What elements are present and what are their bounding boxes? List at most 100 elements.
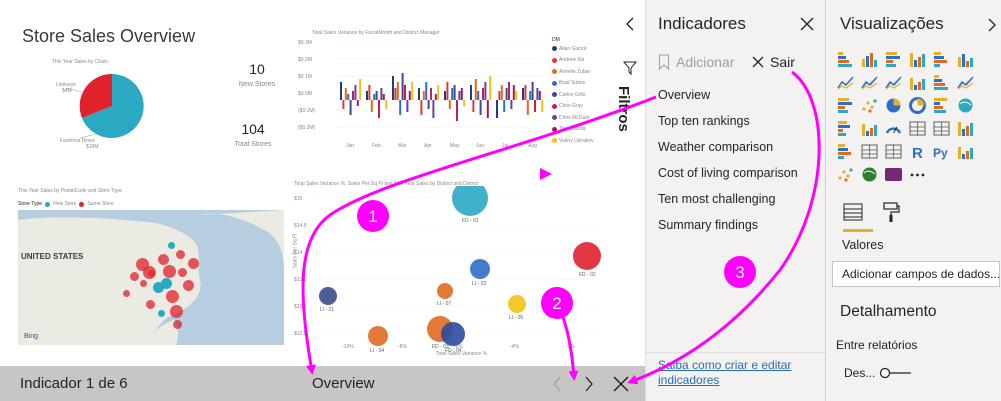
legend-item[interactable]: Brad Sutton xyxy=(552,78,612,90)
legend-dot-icon xyxy=(552,57,557,63)
previous-bookmark-button[interactable] xyxy=(546,372,568,396)
map-store-dot[interactable] xyxy=(170,305,183,318)
waterfall-icon[interactable] xyxy=(836,96,855,115)
store-map[interactable]: UNITED STATES Bing xyxy=(18,210,284,345)
legend-item[interactable]: Chris Gray xyxy=(552,101,612,113)
key-influencers-icon[interactable] xyxy=(956,142,975,161)
kpi-icon[interactable] xyxy=(956,119,975,138)
table-icon[interactable] xyxy=(860,142,879,161)
slicer-icon[interactable] xyxy=(836,142,855,161)
map-store-dot[interactable] xyxy=(123,290,130,297)
map-store-dot[interactable] xyxy=(158,310,165,317)
bookmark-item[interactable]: Cost of living comparison xyxy=(646,160,826,186)
treemap-icon[interactable] xyxy=(932,96,951,115)
scatter-bubble xyxy=(437,283,453,299)
chevron-left-icon[interactable] xyxy=(625,16,635,32)
matrix-icon[interactable] xyxy=(884,142,903,161)
bar-mark xyxy=(458,91,461,100)
scatter-chart[interactable]: $15$14.5$14$13.5$13$12.5-10% -8% -6% -4% -2%… xyxy=(290,186,608,358)
pie-icon[interactable] xyxy=(884,96,903,115)
area-icon[interactable] xyxy=(860,73,879,92)
bar-mark xyxy=(456,100,458,121)
bookmark-item[interactable]: Summary findings xyxy=(646,212,826,238)
bar-mark xyxy=(484,82,487,100)
close-icon[interactable] xyxy=(798,15,816,33)
kpi-total-stores-label: Total Stores xyxy=(234,141,272,148)
legend-item[interactable]: Carlos Grilo xyxy=(552,89,612,101)
map-store-dot[interactable] xyxy=(161,278,172,289)
line-icon[interactable] xyxy=(836,73,855,92)
map-store-dot[interactable] xyxy=(163,265,176,278)
stacked-area-icon[interactable] xyxy=(884,73,903,92)
gauge-icon[interactable] xyxy=(884,119,903,138)
map-store-dot[interactable] xyxy=(158,254,169,265)
r-visual-icon[interactable]: R xyxy=(908,142,927,161)
fields-tab-icon[interactable] xyxy=(842,201,864,223)
100-bar-icon[interactable] xyxy=(932,50,951,69)
filled-map-icon[interactable] xyxy=(836,119,855,138)
power-apps-icon[interactable] xyxy=(884,165,903,184)
card-icon[interactable] xyxy=(908,119,927,138)
legend-item[interactable]: Annelie Zubar xyxy=(552,66,612,78)
qa-icon[interactable] xyxy=(836,165,855,184)
map-store-dot[interactable] xyxy=(130,272,139,281)
map-store-dot[interactable] xyxy=(188,258,199,269)
map-store-dot[interactable] xyxy=(176,250,185,259)
map-icon[interactable] xyxy=(956,96,975,115)
scatter-icon[interactable] xyxy=(860,96,879,115)
bar-mark xyxy=(354,85,357,100)
bar-mark xyxy=(437,85,440,100)
map-store-dot[interactable] xyxy=(173,320,182,329)
100-column-icon[interactable] xyxy=(956,50,975,69)
funnel-icon[interactable] xyxy=(860,119,879,138)
legend-item[interactable]: Andrew Ma xyxy=(552,55,612,67)
map-store-dot[interactable] xyxy=(143,266,156,279)
bar-mark xyxy=(463,100,466,106)
bookmark-item[interactable]: Weather comparison xyxy=(646,134,826,160)
paint-roller-icon[interactable] xyxy=(882,201,900,223)
chevron-right-icon[interactable] xyxy=(986,18,998,32)
legend-item[interactable]: Chris McGurk xyxy=(552,112,612,124)
exit-button[interactable]: Sair xyxy=(752,54,795,70)
bar-mark xyxy=(366,91,368,100)
python-visual-icon[interactable]: Py xyxy=(932,142,951,161)
stacked-bar-icon[interactable] xyxy=(836,50,855,69)
bar-mark xyxy=(524,85,527,100)
map-store-dot[interactable] xyxy=(168,242,175,249)
map-store-dot[interactable] xyxy=(166,290,179,303)
pie-chart[interactable] xyxy=(40,62,160,152)
variance-bar-chart[interactable]: $0.3M $0.2M $0.1M $0.0M ($0.1M) ($0.2M) Jan Feb… xyxy=(296,36,554,152)
bar-mark xyxy=(500,85,503,100)
scatter-y-tick: $14.5 xyxy=(294,223,307,229)
close-bookmark-bar-button[interactable] xyxy=(610,372,632,396)
map-store-dot[interactable] xyxy=(146,300,155,309)
arcgis-icon[interactable] xyxy=(860,165,879,184)
donut-icon[interactable] xyxy=(908,96,927,115)
legend-item[interactable]: Allan Guinot xyxy=(552,43,612,55)
legend-item[interactable]: Valery Ushakov xyxy=(552,135,612,147)
map-store-dot[interactable] xyxy=(178,268,187,277)
line-clustered-icon[interactable] xyxy=(932,73,951,92)
more-icon[interactable] xyxy=(908,165,927,184)
bookmark-item[interactable]: Overview xyxy=(646,82,826,108)
stacked-column-icon[interactable] xyxy=(860,50,879,69)
clustered-column-icon[interactable] xyxy=(908,50,927,69)
add-data-fields-well[interactable]: Adicionar campos de dados... xyxy=(832,261,1000,287)
cross-report-toggle[interactable] xyxy=(879,367,913,379)
next-bookmark-button[interactable] xyxy=(578,372,600,396)
line-column-icon[interactable] xyxy=(908,73,927,92)
bookmark-item[interactable]: Top ten rankings xyxy=(646,108,826,134)
clustered-bar-icon[interactable] xyxy=(884,50,903,69)
multirow-card-icon[interactable] xyxy=(932,119,951,138)
bar-mark xyxy=(529,91,532,100)
filters-label[interactable]: Filtros xyxy=(615,86,632,132)
map-store-dot[interactable] xyxy=(183,280,194,291)
bar-mark xyxy=(349,100,352,115)
bookmark-item[interactable]: Ten most challenging xyxy=(646,186,826,212)
ribbon-icon[interactable] xyxy=(956,73,975,92)
learn-more-link[interactable]: Saiba como criar e editar indicadores xyxy=(658,358,818,388)
add-bookmark-button[interactable]: Adicionar xyxy=(658,54,734,70)
map-store-dot[interactable] xyxy=(140,280,147,287)
legend-item[interactable]: Tina Lassila xyxy=(552,124,612,136)
filters-pane-collapsed[interactable] xyxy=(613,0,645,366)
